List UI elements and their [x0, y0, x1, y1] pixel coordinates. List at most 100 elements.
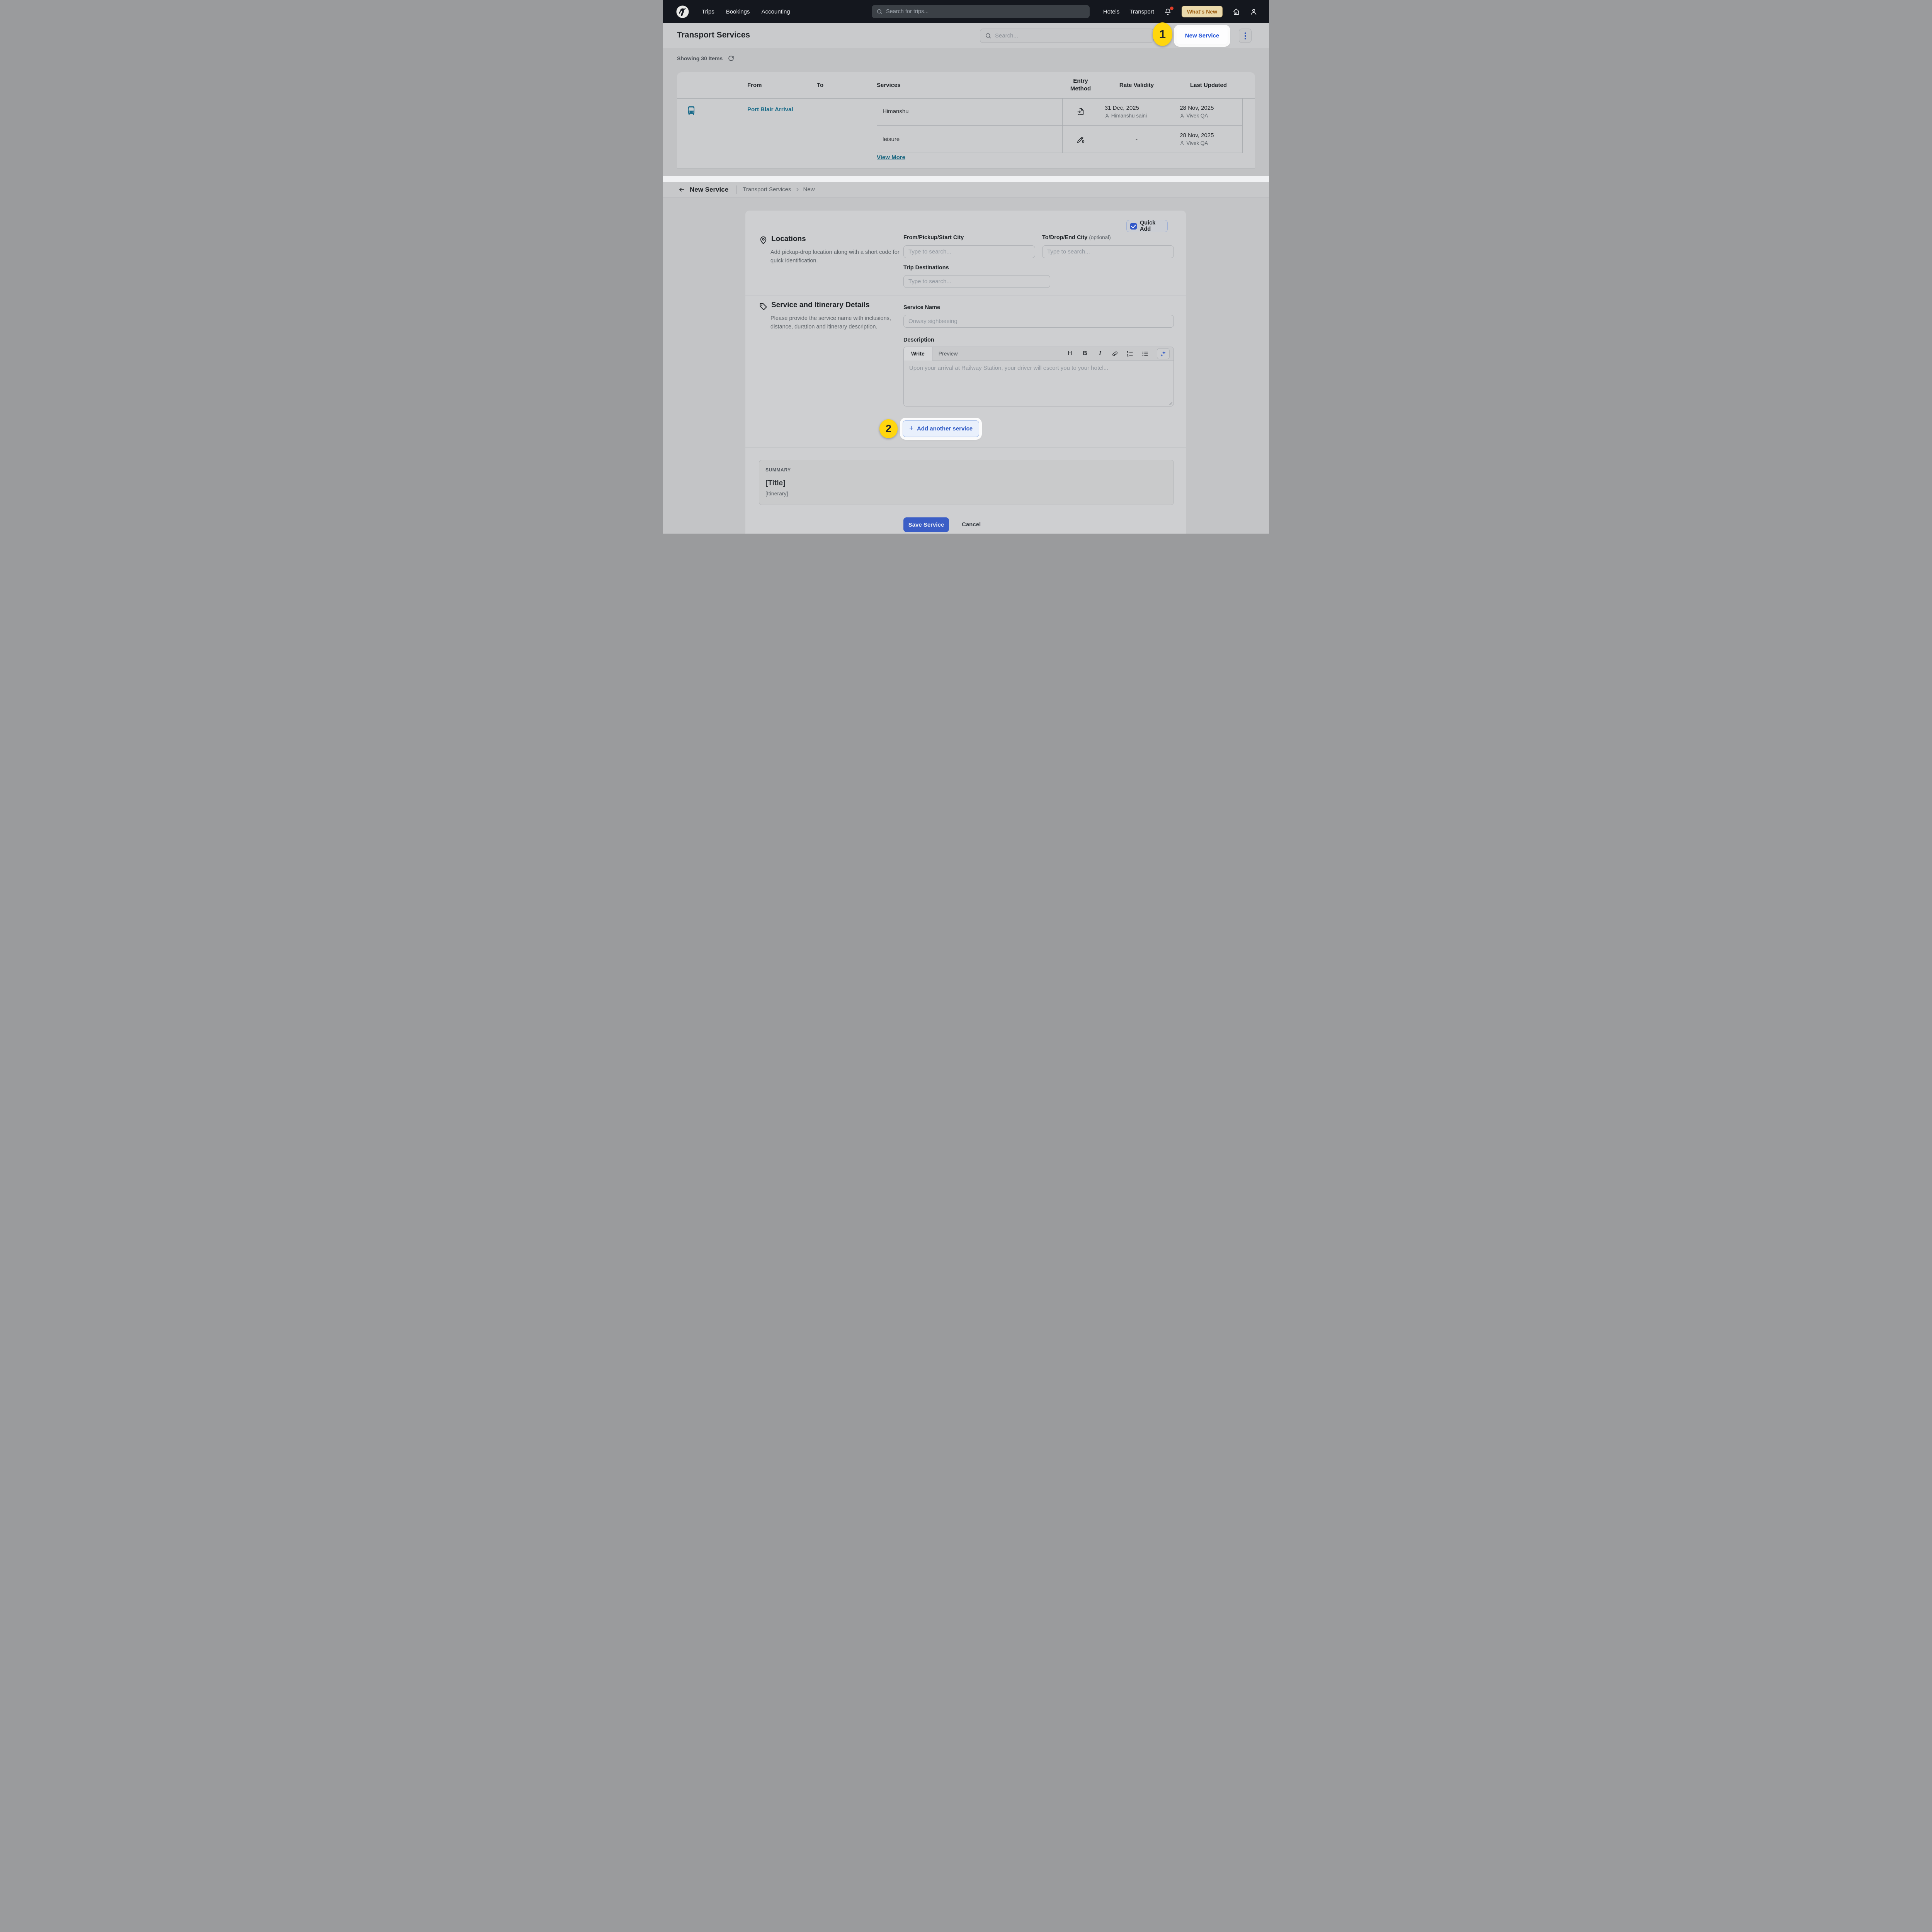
- nav-item-accounting[interactable]: Accounting: [762, 9, 790, 15]
- quick-add-checkbox[interactable]: [1130, 223, 1137, 230]
- new-service-card: Quick Add Locations Add pickup-drop loca…: [745, 211, 1186, 534]
- column-header-entry-method: EntryMethod: [1062, 72, 1099, 98]
- person-icon: [1180, 141, 1185, 146]
- bold-icon[interactable]: B: [1082, 350, 1088, 357]
- view-more-link[interactable]: View More: [877, 154, 905, 161]
- file-import-icon: [1077, 107, 1085, 116]
- refresh-icon[interactable]: [728, 55, 734, 61]
- column-header-rate-validity: Rate Validity: [1099, 72, 1174, 98]
- services-subtable: Himanshu 31 Dec, 2025 Himanshu saini 28 …: [877, 98, 1243, 153]
- chevron-right-icon: [795, 187, 800, 192]
- items-count-label: Showing 30 Items: [677, 55, 723, 61]
- brand-logo-icon[interactable]: [676, 5, 689, 19]
- page-header: Transport Services Search... 1 New Servi…: [663, 23, 1269, 48]
- link-icon[interactable]: [1112, 350, 1119, 357]
- services-table: From To Services EntryMethod Rate Validi…: [677, 72, 1255, 169]
- rate-validity-cell: -: [1099, 126, 1174, 153]
- service-details-section-description: Please provide the service name with inc…: [770, 314, 908, 331]
- global-search-placeholder: Search for trips...: [886, 9, 929, 15]
- entry-method-cell: [1062, 126, 1099, 153]
- ai-sparkle-icon[interactable]: [1157, 348, 1170, 359]
- nav-item-bookings[interactable]: Bookings: [726, 9, 750, 15]
- updated-by: Vivek QA: [1180, 113, 1237, 119]
- column-header-to: To: [817, 72, 863, 98]
- trip-destinations-input[interactable]: [903, 275, 1050, 288]
- last-updated-cell: 28 Nov, 2025 Vivek QA: [1174, 126, 1242, 153]
- rate-by: Himanshu saini: [1105, 113, 1169, 119]
- from-city-label: From/Pickup/Start City: [903, 235, 964, 241]
- service-name-input[interactable]: [903, 315, 1174, 328]
- column-header-last-updated: Last Updated: [1174, 72, 1243, 98]
- summary-panel: SUMMARY [Title] [Itinerary]: [759, 460, 1174, 505]
- from-city-input[interactable]: [903, 245, 1035, 258]
- map-pin-icon: [759, 236, 768, 245]
- tab-preview[interactable]: Preview: [932, 350, 964, 357]
- main-menu: Trips Bookings Accounting: [702, 9, 790, 15]
- bus-icon: [686, 105, 696, 116]
- table-row[interactable]: Himanshu 31 Dec, 2025 Himanshu saini 28 …: [877, 98, 1242, 125]
- description-textarea[interactable]: Upon your arrival at Railway Station, yo…: [904, 361, 1173, 406]
- column-header-services: Services: [877, 72, 954, 98]
- quick-add-toggle[interactable]: Quick Add: [1126, 220, 1168, 232]
- tab-write[interactable]: Write: [904, 347, 932, 361]
- navbar-right-cluster: Hotels Transport What's New: [1103, 0, 1257, 23]
- new-service-button[interactable]: New Service: [1177, 27, 1228, 44]
- italic-icon[interactable]: I: [1097, 350, 1104, 357]
- trip-destinations-label: Trip Destinations: [903, 265, 949, 271]
- whats-new-button[interactable]: What's New: [1182, 6, 1223, 17]
- locations-section-description: Add pickup-drop location along with a sh…: [770, 248, 900, 265]
- cancel-button[interactable]: Cancel: [962, 517, 981, 532]
- ordered-list-icon[interactable]: 12: [1127, 350, 1134, 357]
- rate-validity-cell: 31 Dec, 2025 Himanshu saini: [1099, 98, 1174, 125]
- updated-by: Vivek QA: [1180, 140, 1237, 146]
- heading-icon[interactable]: H: [1066, 350, 1073, 357]
- summary-label: SUMMARY: [765, 467, 1167, 473]
- svg-text:1: 1: [1127, 351, 1129, 354]
- add-another-service-button[interactable]: + Add another service: [903, 420, 979, 437]
- description-label: Description: [903, 337, 934, 343]
- bullet-list-icon[interactable]: [1142, 350, 1149, 357]
- page-title: Transport Services: [677, 31, 750, 40]
- new-service-subheader: New Service Transport Services New: [663, 182, 1269, 197]
- more-options-kebab-icon[interactable]: [1239, 29, 1252, 43]
- person-icon: [1105, 113, 1110, 118]
- optional-hint: (optional): [1089, 235, 1111, 240]
- save-service-button[interactable]: Save Service: [903, 517, 949, 532]
- app-window: Trips Bookings Accounting Search for tri…: [663, 0, 1269, 534]
- tour-step-badge-1: 1: [1153, 22, 1172, 46]
- notifications-bell-icon[interactable]: [1164, 8, 1172, 15]
- service-name-label: Service Name: [903, 304, 940, 311]
- resize-handle[interactable]: [1168, 401, 1172, 405]
- section-gap-strip: [663, 176, 1269, 182]
- nav-item-hotels[interactable]: Hotels: [1103, 9, 1120, 15]
- summary-title: [Title]: [765, 479, 1167, 488]
- to-city-label: To/Drop/End City (optional): [1042, 235, 1111, 241]
- new-service-form-section: Quick Add Locations Add pickup-drop loca…: [663, 197, 1269, 534]
- top-navbar: Trips Bookings Accounting Search for tri…: [663, 0, 1269, 23]
- locations-section-title: Locations: [771, 235, 806, 243]
- column-header-from: From: [747, 72, 809, 98]
- service-name-cell: Himanshu: [877, 98, 1062, 125]
- table-row[interactable]: leisure - 28 Nov, 2025 Vivek QA: [877, 125, 1242, 153]
- description-editor: Write Preview H B I 12: [903, 347, 1174, 406]
- to-city-input[interactable]: [1042, 245, 1174, 258]
- description-placeholder: Upon your arrival at Railway Station, yo…: [909, 365, 1108, 371]
- user-profile-icon[interactable]: [1250, 8, 1257, 15]
- home-icon[interactable]: [1233, 8, 1240, 15]
- entry-method-cell: [1062, 98, 1099, 125]
- quick-add-label: Quick Add: [1140, 220, 1164, 232]
- nav-item-trips[interactable]: Trips: [702, 9, 714, 15]
- plus-icon: +: [909, 424, 913, 433]
- svg-text:2: 2: [1127, 354, 1129, 357]
- services-search-input[interactable]: Search...: [980, 29, 1154, 43]
- nav-item-transport[interactable]: Transport: [1129, 9, 1154, 15]
- global-search-input[interactable]: Search for trips...: [872, 5, 1090, 18]
- vertical-divider: [736, 185, 737, 194]
- summary-itinerary: [Itinerary]: [765, 490, 1167, 497]
- tag-icon: [759, 302, 768, 311]
- search-icon: [876, 9, 883, 15]
- service-from-link[interactable]: Port Blair Arrival: [747, 106, 793, 113]
- back-arrow-icon[interactable]: [679, 186, 685, 193]
- notification-dot: [1170, 7, 1173, 10]
- breadcrumb-parent[interactable]: Transport Services: [743, 186, 791, 193]
